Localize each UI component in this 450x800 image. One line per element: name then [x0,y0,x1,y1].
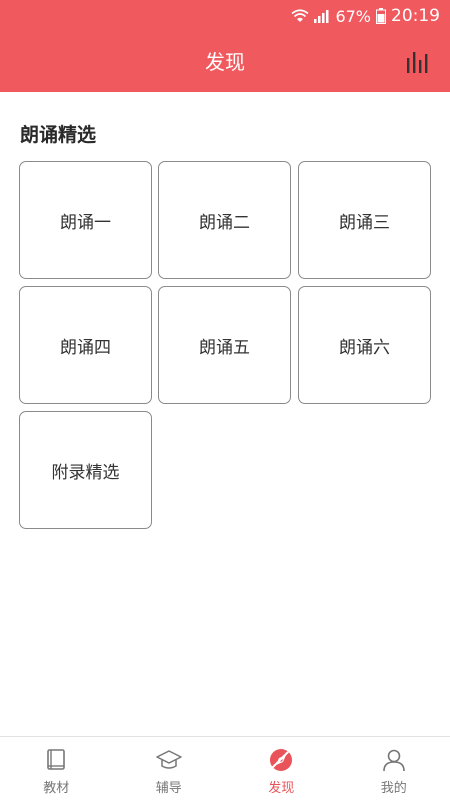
discover-icon [270,749,293,771]
signal-icon [314,9,330,23]
nav-label: 发现 [268,781,295,796]
nav-label: 我的 [380,781,407,796]
graduation-cap-icon [156,750,182,769]
wifi-icon [291,8,309,24]
card-recitation-2[interactable]: 朗诵二 [158,161,291,279]
nav-item-profile[interactable]: 我的 [338,737,450,800]
status-bar: 67% 20:19 [0,0,450,32]
card-label: 朗诵二 [199,212,250,233]
card-recitation-4[interactable]: 朗诵四 [19,286,152,404]
card-recitation-3[interactable]: 朗诵三 [298,161,431,279]
card-label: 朗诵六 [339,337,390,358]
card-label: 朗诵三 [339,212,390,233]
battery-percent: 67% [335,6,371,26]
bar-chart-button[interactable] [404,48,432,76]
card-label: 朗诵五 [199,337,250,358]
app-bar: 发现 [0,32,450,92]
card-recitation-6[interactable]: 朗诵六 [298,286,431,404]
user-icon [382,749,405,772]
battery-icon [376,8,386,24]
status-icons: 67% 20:19 [291,6,440,26]
nav-item-tutoring[interactable]: 辅导 [113,737,226,800]
nav-label: 教材 [43,781,70,796]
section-title: 朗诵精选 [20,124,97,146]
nav-item-textbook[interactable]: 教材 [0,737,113,800]
card-recitation-1[interactable]: 朗诵一 [19,161,152,279]
bar-chart-icon [407,52,428,73]
nav-item-discover[interactable]: 发现 [225,737,338,800]
card-appendix[interactable]: 附录精选 [19,411,152,529]
bottom-nav: 教材 辅导 发现 我的 [0,736,450,800]
book-icon [47,749,66,770]
nav-label: 辅导 [155,781,182,796]
card-label: 朗诵四 [60,337,111,358]
page-title: 发现 [205,50,245,74]
card-label: 朗诵一 [60,212,111,233]
clock: 20:19 [391,6,440,26]
card-recitation-5[interactable]: 朗诵五 [158,286,291,404]
card-label: 附录精选 [51,462,120,483]
